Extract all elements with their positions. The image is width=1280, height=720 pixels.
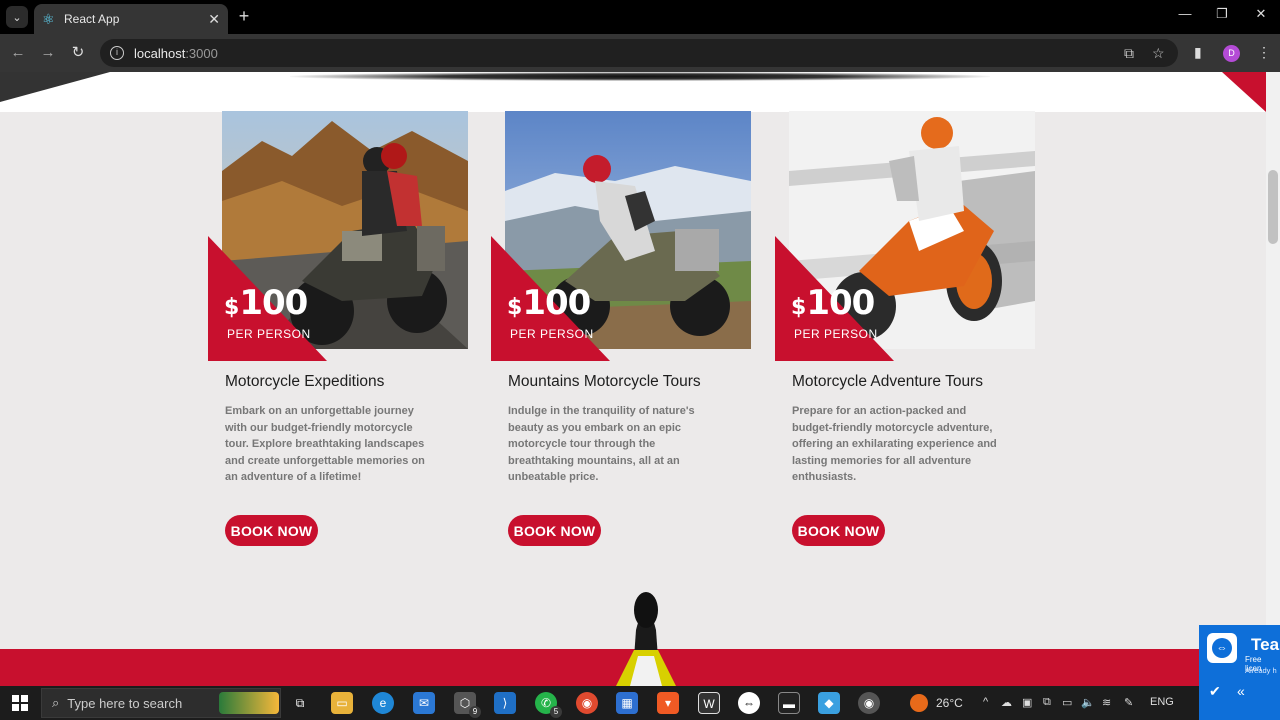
book-now-button[interactable]: BOOK NOW	[225, 515, 318, 546]
side-panel-icon[interactable]: ▮	[1194, 44, 1202, 61]
app-badge: 9	[469, 706, 481, 718]
weather-temp[interactable]: 26°C	[936, 696, 963, 710]
tour-description: Indulge in the tranquility of nature's b…	[508, 405, 695, 483]
per-person-label: PER PERSON	[794, 327, 878, 341]
browser-toolbar: ← → ↻ i localhost:3000 ⧉ ☆ ▮ ⋮	[0, 34, 1280, 72]
profile-avatar[interactable]: D	[1223, 45, 1240, 62]
bookmark-star-icon[interactable]: ☆	[1152, 39, 1165, 67]
teamviewer-status-text: Already h	[1245, 666, 1277, 675]
price-label: $100	[507, 283, 591, 323]
onedrive-icon[interactable]: ☁	[1001, 696, 1012, 709]
react-favicon-icon: ⚛	[42, 11, 55, 27]
red-corner-decoration	[1222, 72, 1266, 112]
back-button[interactable]: ←	[8, 43, 28, 63]
tour-image-container: $100 PER PERSON	[208, 111, 470, 362]
calculator-icon[interactable]: ▦	[616, 692, 638, 714]
windows-start-icon[interactable]	[12, 695, 28, 711]
search-icon: ⌕	[52, 695, 60, 710]
mountain-image-fragment	[0, 72, 110, 102]
windows-taskbar: ⌕ Type here to search ⧉ ▭ e ✉ ⬡ 9 ⟩ ✆ 5 ◉ …	[0, 686, 1280, 720]
weather-icon[interactable]	[910, 694, 928, 712]
tour-title: Motorcycle Expeditions	[225, 373, 385, 390]
tour-description: Embark on an unforgettable journey with …	[225, 405, 425, 483]
browser-tab[interactable]: ⚛ React App ✕	[34, 4, 228, 34]
whatsapp-icon[interactable]: ✆ 5	[535, 692, 562, 718]
file-explorer-icon[interactable]: ▭	[331, 692, 353, 714]
check-icon[interactable]: ✔	[1209, 683, 1221, 700]
reload-button[interactable]: ↻	[68, 43, 88, 63]
wifi-icon[interactable]: ≋	[1102, 696, 1111, 709]
wsl-icon[interactable]: W	[698, 692, 720, 714]
browser-tab-bar: ⌄ ⚛ React App ✕ + — ❐ ✕	[0, 0, 1280, 34]
page-scrollbar[interactable]	[1266, 72, 1280, 686]
vscode-icon[interactable]: ⟩	[494, 692, 516, 714]
top-section-edge	[0, 72, 1266, 112]
volume-icon[interactable]: 🔈	[1081, 696, 1095, 709]
chrome-icon[interactable]: ◉	[576, 692, 598, 714]
brave-icon[interactable]: ▾	[657, 692, 679, 714]
chrome-menu-icon[interactable]: ⋮	[1257, 44, 1271, 61]
tray-app-icon[interactable]: ⧉	[1043, 696, 1051, 709]
search-highlight-icon[interactable]	[219, 692, 279, 714]
price-label: $100	[791, 283, 875, 323]
per-person-label: PER PERSON	[510, 327, 594, 341]
tour-title: Mountains Motorcycle Tours	[508, 373, 701, 390]
mail-icon[interactable]: ✉	[413, 692, 435, 714]
whatsapp-badge: 5	[550, 706, 562, 718]
tray-chevron-icon[interactable]: ^	[983, 696, 988, 708]
language-indicator[interactable]: ENG	[1150, 696, 1174, 708]
teamviewer-icon[interactable]: ⇔	[738, 692, 760, 714]
url-text: localhost:3000	[134, 45, 218, 61]
edge-icon[interactable]: e	[372, 692, 394, 714]
app-icon[interactable]: ◆	[818, 692, 840, 714]
terminal-icon[interactable]: ▬	[778, 692, 800, 714]
book-now-button[interactable]: BOOK NOW	[792, 515, 885, 546]
price-label: $100	[224, 283, 308, 323]
pen-icon[interactable]: ✎	[1124, 696, 1133, 709]
tour-image-container: $100 PER PERSON	[491, 111, 753, 362]
teamviewer-popup[interactable]: ⇔ Tea Free licen Already h ✔ «	[1199, 625, 1280, 720]
scrollbar-thumb[interactable]	[1268, 170, 1278, 244]
forward-button[interactable]: →	[38, 43, 58, 63]
task-view-icon[interactable]: ⧉	[289, 692, 311, 714]
tour-image-container: $100 PER PERSON	[775, 111, 1037, 362]
minimize-button[interactable]: —	[1175, 6, 1195, 21]
battery-icon[interactable]: ▭	[1062, 696, 1072, 709]
tab-search-button[interactable]: ⌄	[6, 6, 28, 28]
app-icon[interactable]: ⬡ 9	[454, 692, 481, 718]
collapse-icon[interactable]: «	[1237, 683, 1245, 699]
new-tab-button[interactable]: +	[234, 6, 254, 27]
page-content: $100 PER PERSON Motorcycle Expeditions E…	[0, 72, 1266, 686]
teamviewer-title: Tea	[1251, 635, 1280, 654]
wheel-shadow	[290, 72, 990, 81]
tray-app-icon[interactable]: ▣	[1022, 696, 1032, 709]
tab-close-icon[interactable]: ✕	[208, 11, 220, 28]
per-person-label: PER PERSON	[227, 327, 311, 341]
site-info-icon[interactable]: i	[110, 46, 124, 60]
teamviewer-logo-icon: ⇔	[1207, 633, 1237, 663]
tour-title: Motorcycle Adventure Tours	[792, 373, 983, 390]
chrome-profile-icon[interactable]: ◉	[858, 692, 880, 714]
tab-title: React App	[64, 12, 120, 26]
close-window-button[interactable]: ✕	[1251, 6, 1271, 22]
book-now-button[interactable]: BOOK NOW	[508, 515, 601, 546]
maximize-button[interactable]: ❐	[1212, 6, 1232, 22]
tour-description: Prepare for an action-packed and budget-…	[792, 405, 997, 483]
install-app-icon[interactable]: ⧉	[1124, 39, 1134, 67]
motorcycle-front-image	[616, 592, 676, 686]
address-bar[interactable]: i localhost:3000 ⧉ ☆	[100, 39, 1178, 67]
search-placeholder: Type here to search	[67, 695, 183, 711]
